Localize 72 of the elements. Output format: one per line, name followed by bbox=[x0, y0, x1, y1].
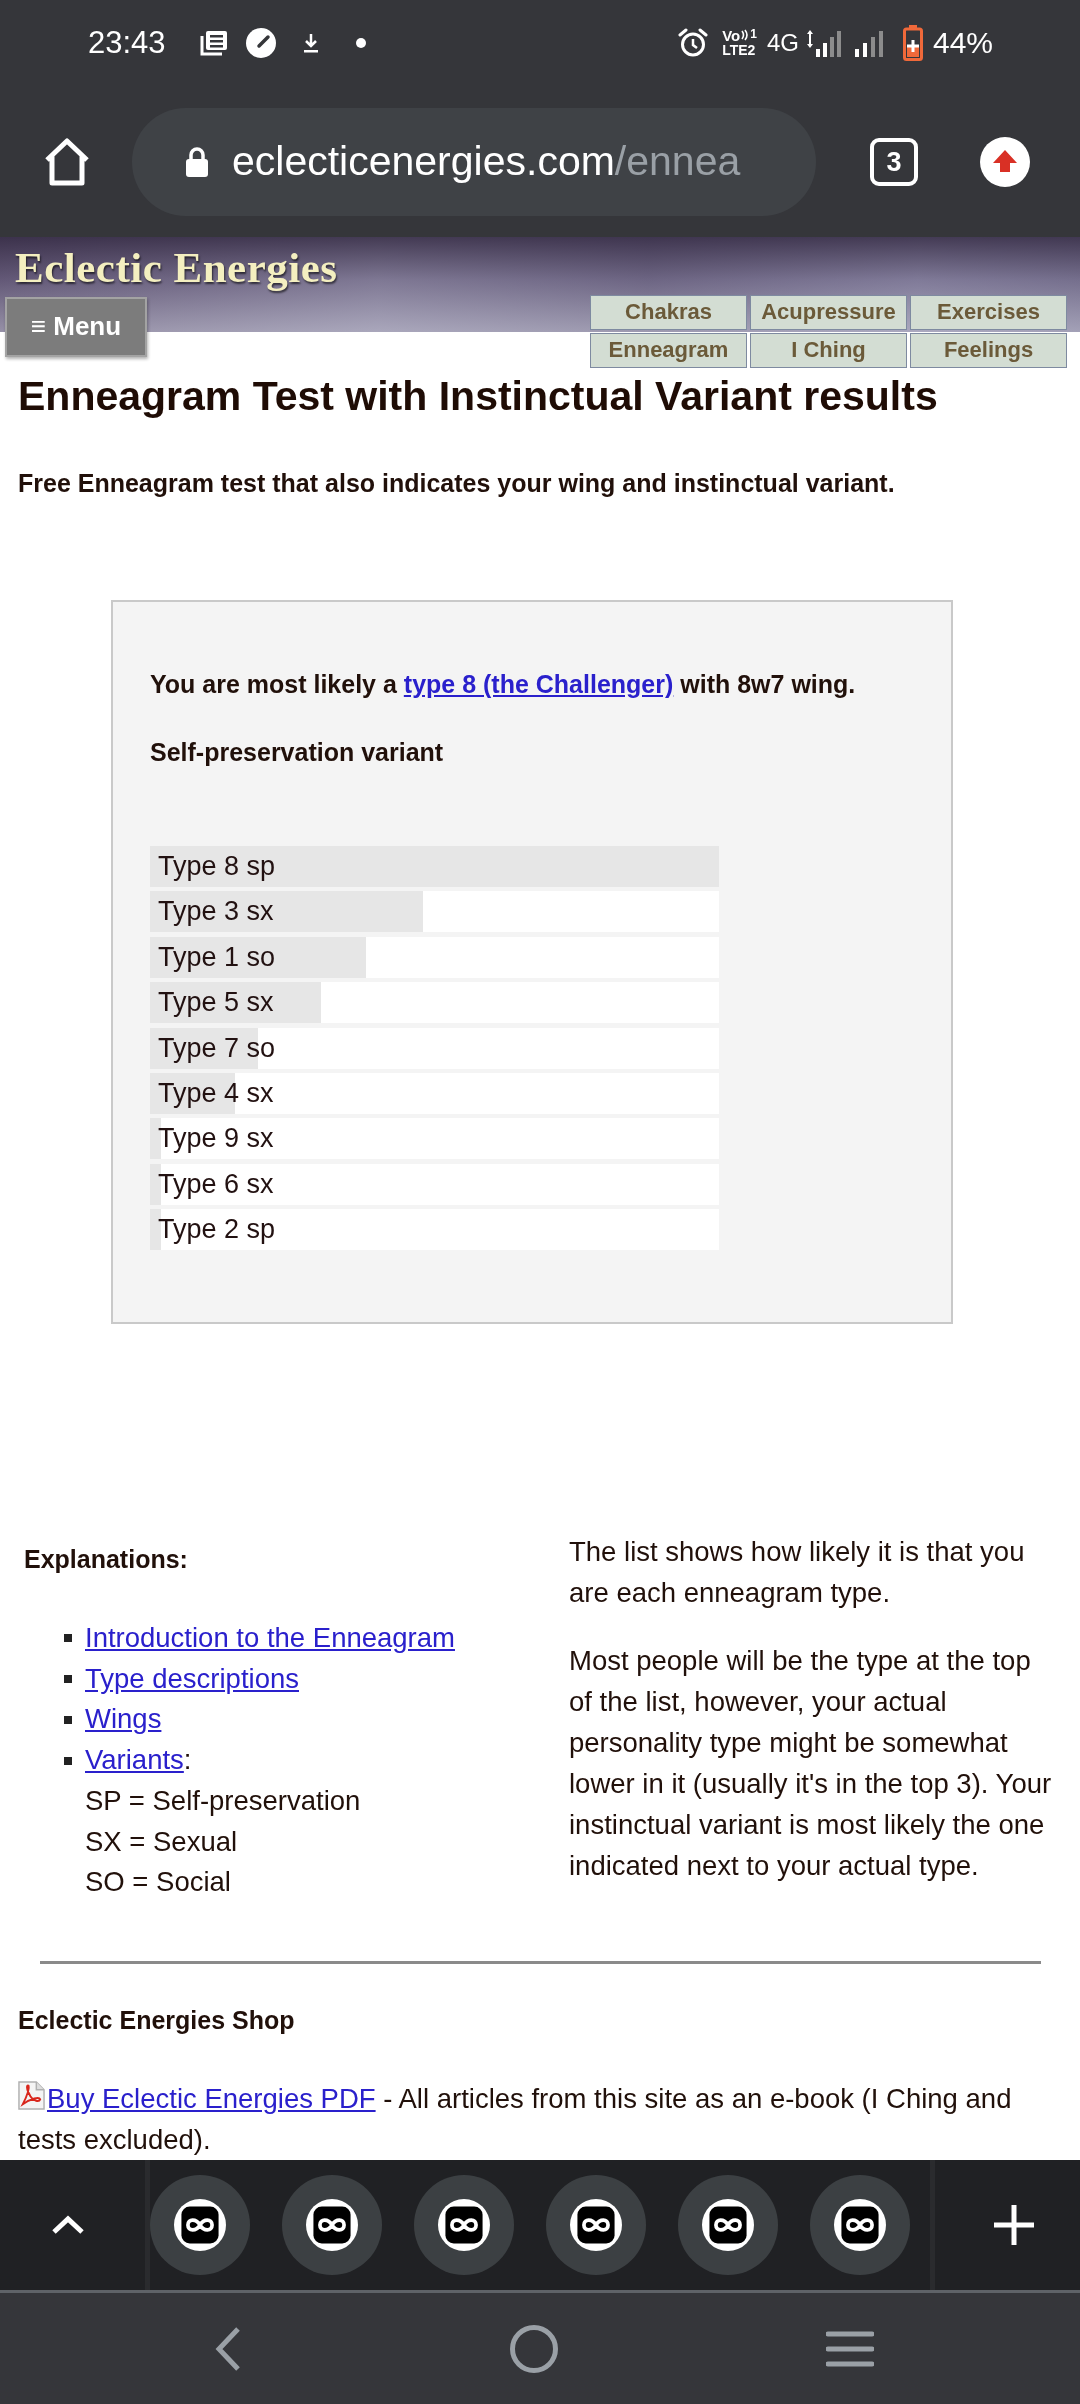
signal-icon bbox=[854, 29, 883, 58]
nav-link[interactable]: Chakras bbox=[590, 295, 747, 330]
infinity-icon bbox=[834, 2199, 886, 2252]
intro-text: Free Enneagram test that also indicates your wing and instinctual variant. bbox=[18, 468, 896, 499]
bar-label: Type 7 so bbox=[158, 1031, 276, 1065]
infinity-icon bbox=[702, 2199, 754, 2252]
nav-link[interactable]: Enneagram bbox=[590, 333, 747, 368]
lock-icon bbox=[186, 146, 208, 177]
infinity-icon bbox=[174, 2199, 226, 2252]
page-heading: Enneagram Test with Instinctual Variant results bbox=[18, 372, 939, 420]
explanations-title: Explanations: bbox=[24, 1544, 189, 1576]
home-circle-icon[interactable] bbox=[509, 2324, 558, 2373]
chevron-up-icon[interactable] bbox=[50, 2215, 85, 2236]
explanation-link[interactable]: Wings bbox=[85, 1699, 162, 1741]
shop-title: Eclectic Energies Shop bbox=[18, 2005, 296, 2037]
nav-link[interactable]: Feelings bbox=[910, 333, 1067, 368]
site-title[interactable]: Eclectic Energies bbox=[15, 243, 338, 293]
pdf-icon bbox=[18, 2081, 45, 2111]
sim-number: 1 bbox=[750, 28, 757, 41]
plus-icon[interactable] bbox=[993, 2205, 1034, 2246]
back-icon[interactable] bbox=[215, 2325, 241, 2372]
menu-button[interactable]: ≡ Menu bbox=[5, 297, 147, 357]
wave-icon bbox=[741, 29, 750, 42]
legend-line: SX = Sexual bbox=[85, 1824, 238, 1859]
explanation-paragraph: The list shows how likely it is that you are each enneagram type. bbox=[569, 1535, 1026, 1611]
url-text: eclecticenergies.com/ennea bbox=[232, 138, 741, 186]
shop-text: Buy Eclectic Energies PDF - All articles from this site as an e-book (I Ching and tests excluded). bbox=[18, 2080, 1013, 2158]
explanation-link[interactable]: Type descriptions bbox=[85, 1658, 299, 1700]
explanation-paragraph: Most people will be the type at the top of the list, however, your actual personality type might be somewhat lower in it (usually it's in the top 3). Your instinctual variant is most likely the one indicated next to your actual type. bbox=[569, 1644, 1053, 1884]
bar-label: Type 1 so bbox=[158, 940, 276, 974]
bullet-icon bbox=[64, 1715, 72, 1724]
gauge-icon bbox=[245, 28, 276, 59]
nav-link[interactable]: I Ching bbox=[750, 333, 907, 368]
battery-icon bbox=[902, 25, 923, 62]
bar-label: Type 5 sx bbox=[158, 986, 274, 1020]
result-summary: You are most likely a type 8 (the Challenger) with 8w7 wing. bbox=[150, 669, 857, 700]
bar-label: Type 4 sx bbox=[158, 1076, 274, 1110]
bar-label: Type 2 sp bbox=[158, 1213, 276, 1247]
nav-link[interactable]: Exercises bbox=[910, 295, 1067, 330]
tab-count-button[interactable]: 3 bbox=[870, 137, 918, 186]
download-icon bbox=[301, 33, 320, 54]
nav-link[interactable]: Acupressure bbox=[750, 295, 907, 330]
signal-icon bbox=[806, 29, 841, 58]
bullet-icon bbox=[64, 1675, 72, 1684]
recent-apps-icon[interactable] bbox=[826, 2330, 874, 2367]
infinity-icon bbox=[438, 2199, 490, 2252]
bullet-icon bbox=[64, 1756, 72, 1765]
pdf-link[interactable]: Buy Eclectic Energies PDF bbox=[47, 2083, 376, 2115]
legend-line: SO = Social bbox=[85, 1865, 231, 1900]
battery-percent: 44% bbox=[932, 26, 993, 61]
infinity-icon bbox=[306, 2199, 358, 2252]
network-type: 4G bbox=[766, 29, 799, 58]
upload-icon[interactable] bbox=[980, 136, 1030, 187]
list-item-text: Variants: bbox=[85, 1743, 192, 1778]
news-icon bbox=[199, 30, 228, 57]
bar-label: Type 9 sx bbox=[158, 1122, 274, 1156]
dot-icon bbox=[355, 38, 366, 49]
variant-text: Self-preservation variant bbox=[150, 737, 445, 768]
bar-label: Type 3 sx bbox=[158, 895, 274, 929]
bar-label: Type 6 sx bbox=[158, 1167, 274, 1201]
infinity-icon bbox=[570, 2199, 622, 2252]
status-time: 23:43 bbox=[88, 25, 166, 62]
type-link[interactable]: type 8 (the Challenger) bbox=[403, 670, 674, 698]
address-bar[interactable]: eclecticenergies.com/ennea bbox=[132, 107, 816, 216]
explanation-link[interactable]: Introduction to the Enneagram bbox=[85, 1618, 455, 1659]
alarm-icon bbox=[678, 28, 709, 59]
bullet-icon bbox=[64, 1634, 72, 1643]
lte-label: LTE2 bbox=[722, 43, 756, 59]
legend-line: SP = Self-preservation bbox=[85, 1783, 361, 1818]
bar-label: Type 8 sp bbox=[158, 850, 276, 883]
volte-label: Vo bbox=[722, 28, 741, 44]
explanation-link[interactable]: Variants bbox=[85, 1744, 184, 1776]
